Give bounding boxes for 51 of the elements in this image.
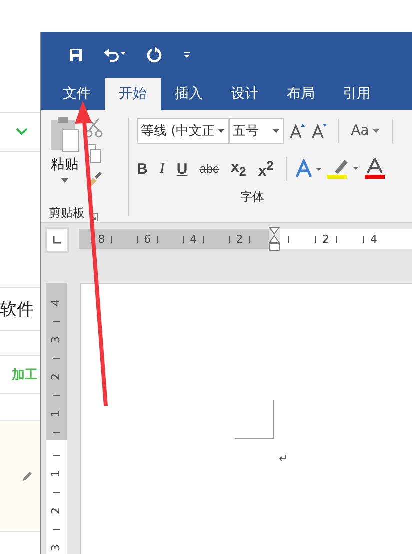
- ruler-number: 3: [50, 336, 62, 344]
- tab-selector-button[interactable]: [45, 227, 69, 253]
- ribbon-tab[interactable]: 插入: [161, 78, 217, 110]
- highlighter-icon[interactable]: [326, 158, 361, 180]
- paragraph-mark-icon: [279, 455, 287, 462]
- save-icon[interactable]: [69, 48, 83, 62]
- ribbon-tab[interactable]: 布局: [273, 78, 329, 110]
- ribbon-tab[interactable]: 文件: [49, 78, 105, 110]
- font-color-icon[interactable]: [364, 158, 385, 180]
- ruler-number: 1: [50, 410, 62, 418]
- ruler-number: 2: [236, 232, 244, 246]
- grow-font-icon[interactable]: [290, 123, 306, 139]
- caret-icon[interactable]: [373, 129, 380, 133]
- caret-icon[interactable]: [273, 129, 280, 133]
- ruler-number: 6: [144, 232, 152, 246]
- format-button[interactable]: x$^{2}$: [254, 158, 278, 180]
- redo-icon[interactable]: [147, 47, 163, 63]
- ruler-number: 2: [322, 232, 330, 246]
- scissors-icon[interactable]: [85, 118, 103, 138]
- ruler-number: 4: [50, 300, 62, 306]
- group-label: 字体: [240, 189, 264, 206]
- format-button[interactable]: abc: [196, 162, 224, 176]
- shrink-font-icon[interactable]: [312, 123, 328, 139]
- format-button[interactable]: x$_{2}$: [227, 159, 250, 179]
- ribbon-tab[interactable]: 引用: [329, 78, 385, 110]
- format-button[interactable]: B: [133, 160, 152, 178]
- font-size-dropdown[interactable]: 五号: [229, 118, 284, 144]
- ribbon-tab[interactable]: 设计: [217, 78, 273, 110]
- format-button[interactable]: I: [156, 160, 169, 178]
- ruler-number: 2: [50, 508, 62, 514]
- paste-button[interactable]: 粘贴: [49, 116, 81, 174]
- ruler-number: 4: [370, 232, 378, 246]
- ruler-number: 1: [50, 470, 62, 478]
- margin-corner-mark: [235, 400, 274, 439]
- undo-icon[interactable]: [103, 48, 127, 62]
- page-text: 软件: [0, 298, 34, 320]
- customize-icon[interactable]: [183, 51, 191, 59]
- tab-stop-icon: [53, 236, 61, 244]
- caret-icon[interactable]: [61, 178, 69, 183]
- ruler-number: 4: [190, 232, 198, 246]
- caret-icon[interactable]: [218, 129, 226, 133]
- pencil-icon[interactable]: [22, 470, 34, 482]
- ruler-number: 3: [50, 544, 62, 552]
- group-label: 剪贴板: [49, 205, 85, 222]
- ribbon-tab[interactable]: 开始: [105, 78, 161, 110]
- format-button[interactable]: U: [172, 160, 192, 178]
- text-effects-icon[interactable]: [294, 159, 323, 179]
- ruler-number: 8: [98, 232, 106, 246]
- ruler-number: 2: [50, 374, 62, 380]
- change-case-button[interactable]: Aa: [349, 123, 382, 139]
- font-name-dropdown[interactable]: 等线 (中文正: [137, 118, 230, 144]
